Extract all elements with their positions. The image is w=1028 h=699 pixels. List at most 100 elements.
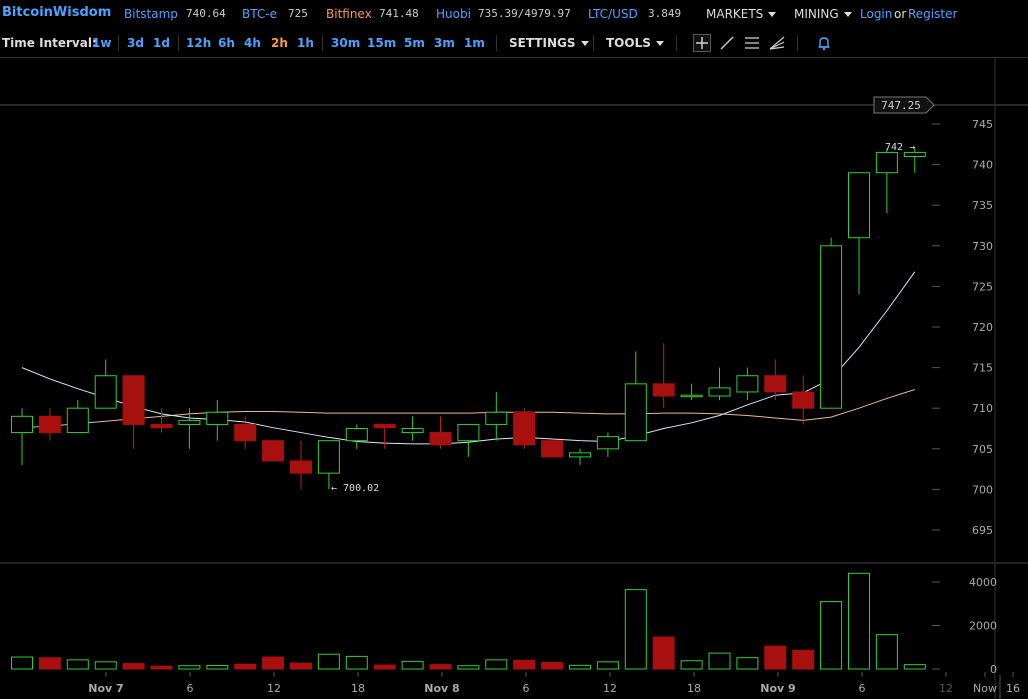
volume-bar-down xyxy=(792,649,815,670)
candle-up xyxy=(206,411,229,425)
ticker-ltcusd-price: 3.849 xyxy=(648,7,682,20)
register-link[interactable]: Register xyxy=(908,7,957,21)
markets-menu-label: MARKETS xyxy=(706,7,764,21)
line-draw-icon[interactable] xyxy=(718,34,736,52)
ticker-btce-link[interactable]: BTC-e xyxy=(242,7,277,21)
candle-down xyxy=(429,432,452,446)
volume-bar-down xyxy=(541,661,564,670)
ticker-bitfinex-link[interactable]: Bitfinex xyxy=(326,7,372,21)
volume-bar-up xyxy=(317,653,340,670)
mining-menu[interactable]: MINING xyxy=(794,7,852,21)
candle-up xyxy=(624,383,647,442)
low-price-annotation: ← 700.02 xyxy=(331,483,379,494)
moving-average-lines xyxy=(21,271,916,445)
alert-bell-icon[interactable] xyxy=(815,34,833,52)
time-axis-label: Nov 8 xyxy=(424,682,459,695)
time-axis-label: 18 xyxy=(687,682,701,695)
volume-bar-up xyxy=(903,664,926,670)
interval-2h[interactable]: 2h xyxy=(271,36,288,50)
fibonacci-icon[interactable] xyxy=(743,34,761,52)
ticker-ltcusd-link[interactable]: LTC/USD xyxy=(588,7,638,21)
high-price-annotation: 742 → xyxy=(885,142,915,153)
price-axis-label: 695 xyxy=(972,524,993,537)
candle-up xyxy=(569,452,591,458)
ticker-bitstamp-link[interactable]: Bitstamp xyxy=(124,7,178,21)
candle-up xyxy=(820,245,843,409)
time-axis-label: 12 xyxy=(939,682,953,695)
price-axis-label: 735 xyxy=(972,199,993,212)
candle-up xyxy=(680,394,703,398)
candle-up xyxy=(94,375,117,409)
chevron-down-icon xyxy=(655,41,664,46)
price-chart[interactable]: 695 700 705 710 715 720 725 730 735 740 745 0 2000 40… xyxy=(0,57,1028,699)
divider xyxy=(797,35,798,51)
time-interval-label: Time Interval: xyxy=(2,36,97,50)
volume-bar-down xyxy=(513,659,536,670)
interval-6h[interactable]: 6h xyxy=(218,36,235,50)
volume-bar-up xyxy=(624,589,647,670)
candle-up xyxy=(457,423,480,442)
volume-bar-up xyxy=(345,655,368,670)
time-axis-label: 12 xyxy=(267,682,281,695)
chevron-down-icon xyxy=(843,12,852,17)
volume-bar-up xyxy=(596,661,619,670)
interval-3d[interactable]: 3d xyxy=(127,36,144,50)
crosshair-icon[interactable] xyxy=(693,34,711,52)
time-axis-label: 6 xyxy=(859,682,866,695)
time-axis-label: 16 xyxy=(1006,682,1020,695)
candle-down xyxy=(764,375,787,393)
candle-down xyxy=(38,415,61,434)
interval-5m[interactable]: 5m xyxy=(404,36,425,50)
ticker-huobi-link[interactable]: Huobi xyxy=(436,7,471,21)
or-text: or xyxy=(894,7,907,21)
interval-1m[interactable]: 1m xyxy=(464,36,485,50)
candle-up xyxy=(317,440,340,474)
interval-3m[interactable]: 3m xyxy=(434,36,455,50)
volume-bar-down xyxy=(234,663,257,670)
volume-bar-up xyxy=(206,665,229,670)
volume-bar-up xyxy=(569,664,591,670)
price-axis-label: 740 xyxy=(972,159,993,172)
brand-logo-link[interactable]: BitcoinWisdom xyxy=(2,5,111,20)
tools-menu[interactable]: TOOLS xyxy=(606,36,664,50)
volume-bar-up xyxy=(457,665,480,670)
mining-menu-label: MINING xyxy=(794,7,839,21)
login-link[interactable]: Login xyxy=(860,7,892,21)
interval-1h[interactable]: 1h xyxy=(297,36,314,50)
volume-bar-up xyxy=(708,652,731,670)
candle-up xyxy=(875,151,898,174)
interval-15m[interactable]: 15m xyxy=(367,36,396,50)
interval-12h[interactable]: 12h xyxy=(186,36,211,50)
volume-bar-down xyxy=(150,665,173,670)
time-axis-label: 6 xyxy=(187,682,194,695)
chevron-down-icon xyxy=(768,12,777,17)
candle-down xyxy=(290,460,312,474)
volume-bar-down xyxy=(262,656,285,670)
ticker-huobi-price: 735.39/4979.97 xyxy=(478,7,571,20)
volume-bar-up xyxy=(178,665,201,670)
divider xyxy=(593,35,594,51)
divider xyxy=(676,35,677,51)
interval-30m[interactable]: 30m xyxy=(331,36,360,50)
volume-bar-down xyxy=(38,657,61,670)
candle-down xyxy=(792,391,815,409)
candle-up xyxy=(66,407,89,434)
markets-menu[interactable]: MARKETS xyxy=(706,7,777,21)
top-navigation-bar: BitcoinWisdom Bitstamp 740.64 BTC-e 725 … xyxy=(0,0,1028,28)
candle-up xyxy=(345,428,368,442)
volume-bar-up xyxy=(485,659,508,670)
candle-down xyxy=(652,383,675,397)
fan-icon[interactable] xyxy=(768,34,786,52)
candle-up xyxy=(848,172,870,239)
price-axis-label: 705 xyxy=(972,443,993,456)
interval-1d[interactable]: 1d xyxy=(153,36,170,50)
price-axis-label: 745 xyxy=(972,118,993,131)
divider xyxy=(322,35,323,51)
settings-label: SETTINGS xyxy=(509,36,576,50)
interval-1w[interactable]: 1w xyxy=(92,36,111,50)
candle-down xyxy=(513,411,536,446)
interval-4h[interactable]: 4h xyxy=(244,36,261,50)
settings-menu[interactable]: SETTINGS xyxy=(509,36,589,50)
chart-grid xyxy=(0,57,1028,699)
moving-average-slow xyxy=(21,389,915,429)
